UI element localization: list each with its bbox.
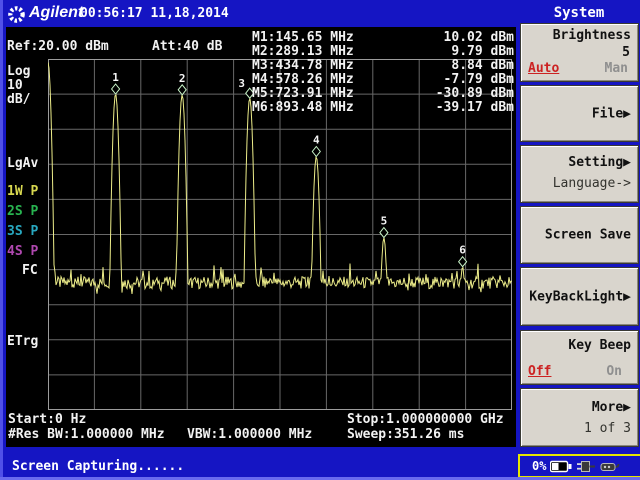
svg-text:3: 3 <box>238 77 245 90</box>
average-type-label: LgAv <box>7 157 38 171</box>
softkey-key-beep[interactable]: Key Beep Off On <box>520 330 639 385</box>
softkey-brightness-label: Brightness <box>553 28 631 43</box>
brightness-auto-option[interactable]: Auto <box>528 61 559 76</box>
svg-text:4: 4 <box>313 134 320 147</box>
softkey-setting-label: Setting▶ <box>568 155 631 170</box>
trace1-status-label: 1W P <box>7 185 38 199</box>
svg-text:5: 5 <box>381 215 388 228</box>
softkey-file[interactable]: File▶ <box>520 85 639 142</box>
attenuation-label: Att:40 dB <box>152 40 222 54</box>
display-area: 1 2 3 4 5 6 Ref:20.00 dBm Att:40 dB M1:145.65… <box>6 27 516 447</box>
softkey-keybacklight[interactable]: KeyBackLight▶ <box>520 267 639 326</box>
softkey-key-beep-label: Key Beep <box>568 338 631 353</box>
trace4-status-label: 4S P <box>7 245 38 259</box>
trigger-label: ETrg <box>7 335 38 349</box>
power-status-panel: 0% <box>518 454 640 478</box>
brightness-man-option[interactable]: Man <box>605 61 628 76</box>
coupling-label: FC <box>22 264 38 278</box>
softkey-file-label: File▶ <box>592 106 631 121</box>
softkey-screen-save-label: Screen Save <box>545 228 631 243</box>
scale-type-label: Log <box>7 65 30 79</box>
softkey-setting[interactable]: Setting▶ Language-> <box>520 145 639 203</box>
softkey-setting-sublabel: Language-> <box>553 176 631 191</box>
trace3-status-label: 3S P <box>7 225 38 239</box>
key-beep-off-option[interactable]: Off <box>528 364 551 379</box>
scale-unit-label: dB/ <box>7 93 30 107</box>
marker-row: M4:578.26 MHz -7.79 dBm <box>252 72 514 86</box>
key-beep-on-option[interactable]: On <box>606 364 622 379</box>
vbw-label: VBW:1.000000 MHz <box>187 428 312 442</box>
marker-amplitude: 10.02 dBm <box>444 30 514 44</box>
scale-value-label: 10 <box>7 79 23 93</box>
marker-frequency: M5:723.91 MHz <box>252 86 354 100</box>
softkey-more-label: More▶ <box>592 400 631 415</box>
ref-level-label: Ref:20.00 dBm <box>7 40 109 54</box>
sweep-time-label: Sweep:351.26 ms <box>347 428 464 442</box>
start-frequency-label: Start:0 Hz <box>8 413 86 427</box>
brand-logo-text: Agilent <box>29 4 83 22</box>
battery-icon <box>550 460 572 473</box>
trace2-status-label: 2S P <box>7 205 38 219</box>
agilent-spark-icon <box>7 5 26 24</box>
softkey-keybacklight-label: KeyBackLight▶ <box>529 289 631 304</box>
softkey-more[interactable]: More▶ 1 of 3 <box>520 388 639 447</box>
svg-text:2: 2 <box>179 72 186 85</box>
marker-frequency: M1:145.65 MHz <box>252 30 354 44</box>
softkey-brightness[interactable]: Brightness 5 Auto Man <box>520 23 639 82</box>
instrument-screen: Agilent 00:56:17 11,18,2014 System 1 2 3 4 5… <box>0 0 640 480</box>
marker-row: M3:434.78 MHz 8.84 dBm <box>252 58 514 72</box>
dc-power-icon <box>600 460 622 473</box>
marker-frequency: M3:434.78 MHz <box>252 58 354 72</box>
marker-row: M5:723.91 MHz -30.89 dBm <box>252 86 514 100</box>
battery-percent-label: 0% <box>532 459 546 473</box>
softkey-screen-save[interactable]: Screen Save <box>520 206 639 264</box>
marker-amplitude: -30.89 dBm <box>436 86 514 100</box>
marker-amplitude: 9.79 dBm <box>451 44 514 58</box>
ac-plug-icon <box>576 460 596 473</box>
svg-text:6: 6 <box>459 244 466 257</box>
status-message: Screen Capturing...... <box>12 459 184 474</box>
marker-frequency: M2:289.13 MHz <box>252 44 354 58</box>
marker-frequency: M6:893.48 MHz <box>252 100 354 114</box>
marker-row: M2:289.13 MHz 9.79 dBm <box>252 44 514 58</box>
softkey-more-page-indicator: 1 of 3 <box>584 421 631 436</box>
rbw-label: #Res BW:1.000000 MHz <box>8 428 165 442</box>
marker-amplitude: -39.17 dBm <box>436 100 514 114</box>
marker-amplitude: 8.84 dBm <box>451 58 514 72</box>
menu-title: System <box>518 5 640 21</box>
brightness-value: 5 <box>622 45 630 60</box>
marker-frequency: M4:578.26 MHz <box>252 72 354 86</box>
clock-display: 00:56:17 11,18,2014 <box>80 6 229 21</box>
marker-row: M6:893.48 MHz -39.17 dBm <box>252 100 514 114</box>
screen-edge-highlight <box>0 0 3 480</box>
marker-row: M1:145.65 MHz 10.02 dBm <box>252 30 514 44</box>
svg-text:1: 1 <box>112 71 119 84</box>
marker-amplitude: -7.79 dBm <box>444 72 514 86</box>
stop-frequency-label: Stop:1.000000000 GHz <box>347 413 504 427</box>
